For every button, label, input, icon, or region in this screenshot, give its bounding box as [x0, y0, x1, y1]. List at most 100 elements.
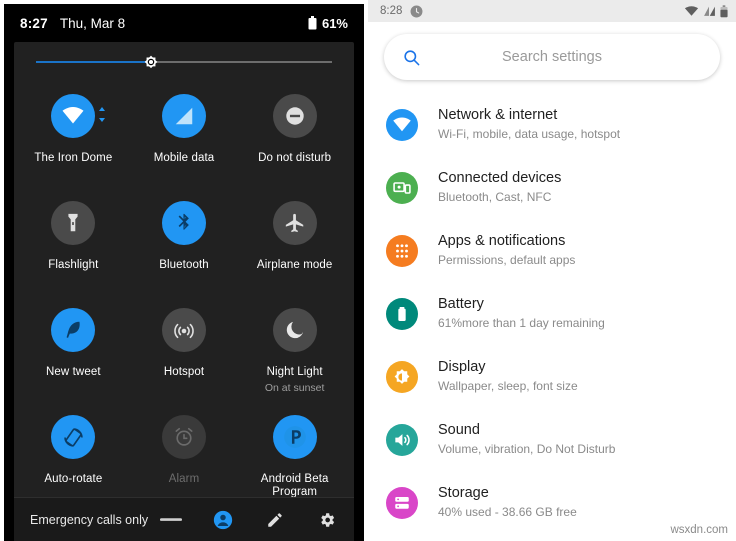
drag-handle-icon[interactable] [160, 509, 182, 531]
tile-label: Night Light [266, 366, 323, 378]
search-bar-container: Search settings [368, 22, 736, 90]
status-bar-time: 8:28 [380, 5, 403, 17]
feather-icon [66, 321, 81, 338]
tile-label: Flashlight [48, 259, 99, 271]
tile-icon-wrap [51, 308, 96, 352]
moon-icon [286, 321, 303, 339]
tile-icon-wrap [272, 308, 317, 352]
settings-row-title: Apps & notifications [438, 233, 566, 249]
volume-icon [386, 424, 418, 456]
tile-label: Hotspot [163, 366, 205, 378]
tile-label: Do not disturb [258, 152, 332, 164]
settings-row-text: Battery 61%more than 1 day remaining [438, 295, 605, 332]
tile-icon-wrap [272, 94, 317, 138]
settings-row-title: Connected devices [438, 170, 562, 186]
quick-settings-tile-grid: The Iron Dome Mobile data Do not disturb… [14, 82, 354, 514]
tile-icon-wrap [272, 415, 317, 459]
do-not-disturb-icon [285, 107, 304, 125]
qs-tile-bluetooth[interactable]: Bluetooth [129, 193, 240, 300]
brightness-slider[interactable] [14, 42, 354, 82]
settings-row-text: Display Wallpaper, sleep, font size [438, 358, 578, 395]
data-transfer-arrows-icon [99, 107, 106, 122]
settings-row-display[interactable]: Display Wallpaper, sleep, font size [368, 348, 736, 411]
qs-tile-mobile-data[interactable]: Mobile data [129, 86, 240, 193]
tile-label: Auto-rotate [44, 473, 103, 485]
signal-cellular-icon [704, 6, 715, 16]
settings-row-subtitle: Permissions, default apps [438, 253, 576, 268]
qs-tile-flashlight[interactable]: Flashlight [18, 193, 129, 300]
gear-icon[interactable] [316, 509, 338, 531]
settings-row-connected-devices[interactable]: Connected devices Bluetooth, Cast, NFC [368, 159, 736, 222]
tile-label: Bluetooth [159, 259, 209, 271]
brightness-slider-track[interactable] [36, 55, 332, 69]
tile-background-circle [51, 308, 96, 352]
settings-row-title: Sound [438, 422, 480, 438]
quick-settings-status-bar: 8:27 Thu, Mar 8 61% [4, 4, 364, 42]
user-avatar-icon[interactable] [212, 509, 234, 531]
dual-screenshot-container: 8:27 Thu, Mar 8 61% The Iron Dome Mobile… [0, 0, 736, 541]
signal-cellular-icon [175, 107, 193, 125]
alarm-icon [175, 427, 193, 446]
storage-icon [386, 487, 418, 519]
tile-background-circle [51, 94, 96, 138]
tile-label: Alarm [168, 473, 200, 485]
tile-background-circle [272, 308, 317, 352]
settings-row-title: Network & internet [438, 107, 558, 123]
settings-row-sound[interactable]: Sound Volume, vibration, Do Not Disturb [368, 411, 736, 474]
settings-row-network-internet[interactable]: Network & internet Wi-Fi, mobile, data u… [368, 96, 736, 159]
settings-row-title: Storage [438, 485, 489, 501]
quick-settings-screen: 8:27 Thu, Mar 8 61% The Iron Dome Mobile… [0, 0, 368, 541]
tile-background-circle [272, 201, 317, 245]
settings-row-apps-notifications[interactable]: Apps & notifications Permissions, defaul… [368, 222, 736, 285]
status-bar-date: Thu, Mar 8 [59, 15, 126, 31]
bluetooth-icon [178, 213, 189, 230]
settings-row-text: Network & internet Wi-Fi, mobile, data u… [438, 106, 620, 143]
settings-row-text: Apps & notifications Permissions, defaul… [438, 232, 575, 269]
settings-row-subtitle: 40% used - 38.66 GB free [438, 505, 577, 520]
settings-row-battery[interactable]: Battery 61%more than 1 day remaining [368, 285, 736, 348]
qs-tile-night-light[interactable]: Night Light On at sunset [239, 300, 350, 407]
quick-settings-frame: 8:27 Thu, Mar 8 61% The Iron Dome Mobile… [4, 4, 364, 541]
wifi-icon [684, 6, 699, 16]
qs-tile-new-tweet[interactable]: New tweet [18, 300, 129, 407]
tile-background-circle [272, 415, 317, 459]
battery-percent-label: 61% [321, 15, 348, 31]
tile-background-circle [161, 308, 206, 352]
search-icon [404, 49, 420, 65]
tile-icon-wrap [161, 94, 206, 138]
settings-row-subtitle: Wi-Fi, mobile, data usage, hotspot [438, 127, 621, 142]
qs-tile-hotspot[interactable]: Hotspot [129, 300, 240, 407]
qs-tile-wifi[interactable]: The Iron Dome [18, 86, 129, 193]
tile-icon-wrap [51, 94, 106, 138]
settings-status-bar: 8:28 [368, 0, 736, 22]
brightness-icon [145, 55, 158, 69]
search-input[interactable]: Search settings [384, 34, 720, 80]
brightness-slider-thumb[interactable] [142, 53, 161, 72]
settings-row-subtitle: Bluetooth, Cast, NFC [438, 190, 552, 205]
tile-label: Android Beta Program [260, 473, 329, 499]
quick-settings-footer: Emergency calls only [14, 497, 354, 541]
battery-icon [720, 4, 728, 17]
brightness-icon [386, 361, 418, 393]
qs-tile-airplane-mode[interactable]: Airplane mode [239, 193, 350, 300]
tile-background-circle [161, 415, 206, 459]
tile-icon-wrap [161, 415, 206, 459]
tile-background-circle [51, 201, 96, 245]
battery-icon [386, 298, 418, 330]
tile-label: The Iron Dome [34, 152, 113, 164]
auto-rotate-icon [64, 427, 83, 447]
qs-tile-do-not-disturb[interactable]: Do not disturb [239, 86, 350, 193]
settings-row-text: Storage 40% used - 38.66 GB free [438, 484, 577, 521]
search-placeholder: Search settings [502, 49, 602, 65]
settings-list: Network & internet Wi-Fi, mobile, data u… [368, 90, 736, 537]
edit-pencil-icon[interactable] [264, 509, 286, 531]
footer-icon-group [160, 509, 338, 531]
settings-row-title: Display [438, 359, 486, 375]
flashlight-icon [68, 213, 78, 232]
status-bar-time: 8:27 [20, 15, 48, 31]
clock-app-icon [410, 5, 423, 18]
status-bar-right-cluster [684, 4, 728, 18]
tile-label: New tweet [46, 366, 101, 378]
quick-settings-panel: The Iron Dome Mobile data Do not disturb… [14, 42, 354, 541]
airplane-icon [285, 213, 303, 233]
